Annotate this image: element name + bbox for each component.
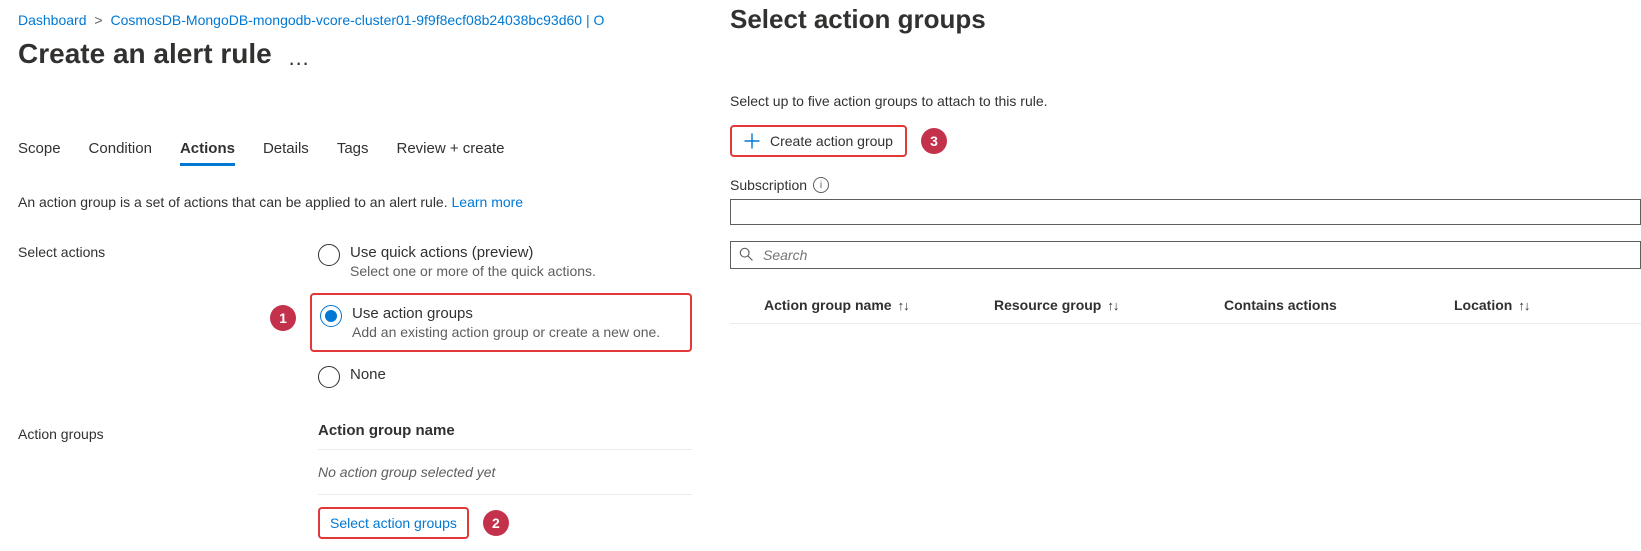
sort-icon: ↑↓ <box>1107 298 1118 313</box>
sort-icon: ↑↓ <box>1518 298 1529 313</box>
learn-more-link[interactable]: Learn more <box>452 194 524 210</box>
subscription-input[interactable] <box>730 199 1641 225</box>
info-icon[interactable]: i <box>813 177 829 193</box>
radio-quick-actions-circle[interactable] <box>318 244 340 266</box>
subscription-label: Subscription <box>730 177 807 193</box>
tab-actions[interactable]: Actions <box>180 140 235 166</box>
callout-badge-2: 2 <box>483 510 509 536</box>
tab-details[interactable]: Details <box>263 140 309 166</box>
column-action-group-name[interactable]: Action group name ↑↓ <box>764 297 994 313</box>
callout-badge-1: 1 <box>270 305 296 331</box>
more-actions-button[interactable]: … <box>288 39 310 69</box>
breadcrumb: Dashboard > CosmosDB-MongoDB-mongodb-vco… <box>18 12 692 28</box>
action-group-name-header: Action group name <box>318 422 692 450</box>
tabs: Scope Condition Actions Details Tags Rev… <box>18 140 692 166</box>
radio-quick-actions-label: Use quick actions (preview) <box>350 244 596 261</box>
tab-review[interactable]: Review + create <box>397 140 505 166</box>
radio-none-circle[interactable] <box>318 366 340 388</box>
radio-none[interactable]: None <box>318 362 692 392</box>
radio-none-label: None <box>350 366 386 383</box>
radio-use-action-groups[interactable]: Use action groups Add an existing action… <box>320 301 682 344</box>
radio-quick-actions-desc: Select one or more of the quick actions. <box>350 263 596 279</box>
page-title: Create an alert rule <box>18 38 272 70</box>
create-action-group-label: Create action group <box>770 133 893 149</box>
action-groups-empty-text: No action group selected yet <box>318 450 692 495</box>
tab-tags[interactable]: Tags <box>337 140 369 166</box>
action-groups-label: Action groups <box>18 422 318 442</box>
breadcrumb-separator: > <box>94 12 102 28</box>
intro-text: An action group is a set of actions that… <box>18 194 692 210</box>
breadcrumb-item-dashboard[interactable]: Dashboard <box>18 12 87 28</box>
radio-use-action-groups-desc: Add an existing action group or create a… <box>352 324 660 340</box>
search-input[interactable] <box>761 246 1632 264</box>
panel-title: Select action groups <box>730 4 1641 35</box>
radio-use-action-groups-label: Use action groups <box>352 305 660 322</box>
column-resource-group[interactable]: Resource group ↑↓ <box>994 297 1224 313</box>
callout-badge-3: 3 <box>921 128 947 154</box>
search-icon <box>739 247 753 264</box>
search-input-wrap[interactable] <box>730 241 1641 269</box>
select-actions-label: Select actions <box>18 240 318 260</box>
column-location[interactable]: Location ↑↓ <box>1454 297 1614 313</box>
create-action-group-button[interactable]: Create action group <box>730 125 907 157</box>
grid-header: Action group name ↑↓ Resource group ↑↓ C… <box>730 289 1641 324</box>
radio-use-action-groups-circle[interactable] <box>320 305 342 327</box>
sort-icon: ↑↓ <box>898 298 909 313</box>
plus-icon <box>744 133 760 149</box>
column-contains-actions[interactable]: Contains actions <box>1224 297 1454 313</box>
callout-box-1: Use action groups Add an existing action… <box>310 293 692 352</box>
breadcrumb-item-resource[interactable]: CosmosDB-MongoDB-mongodb-vcore-cluster01… <box>110 12 604 28</box>
radio-quick-actions[interactable]: Use quick actions (preview) Select one o… <box>318 240 692 283</box>
tab-scope[interactable]: Scope <box>18 140 61 166</box>
callout-box-2: Select action groups <box>318 507 469 539</box>
select-action-groups-link[interactable]: Select action groups <box>330 515 457 531</box>
panel-description: Select up to five action groups to attac… <box>730 93 1641 109</box>
tab-condition[interactable]: Condition <box>89 140 152 166</box>
